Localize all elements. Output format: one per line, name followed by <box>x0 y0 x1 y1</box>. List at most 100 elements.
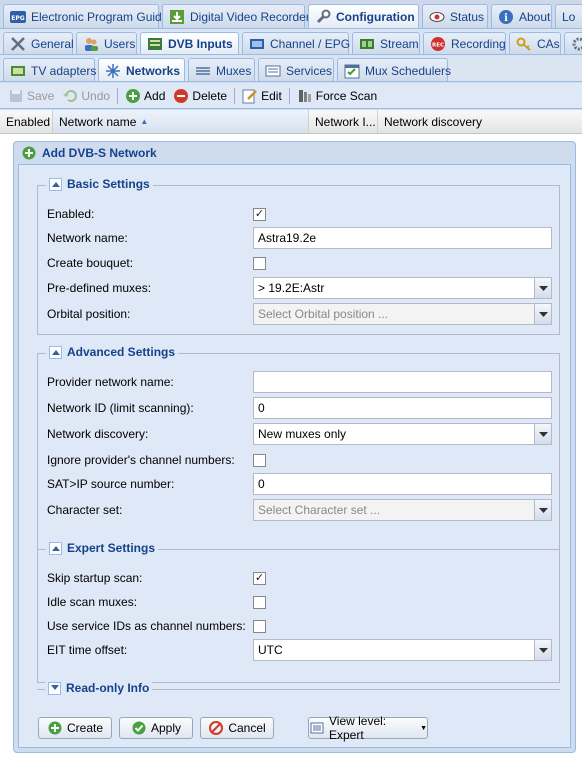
enabled-row: Enabled: ✓ <box>47 203 553 225</box>
tab-channel-epg[interactable]: Channel / EPG <box>242 32 350 54</box>
add-button[interactable]: Add <box>121 85 169 107</box>
chevron-down-icon[interactable] <box>534 424 551 444</box>
collapse-icon[interactable] <box>49 177 62 191</box>
collapse-icon[interactable] <box>49 541 62 555</box>
collapse-icon[interactable] <box>49 345 62 359</box>
expert-settings-legend[interactable]: Expert Settings <box>46 541 159 555</box>
tab-networks[interactable]: Networks <box>98 58 185 81</box>
chevron-down-icon[interactable] <box>534 304 551 324</box>
orbital-position-select[interactable]: Select Orbital position ... <box>253 303 552 325</box>
svg-text:REC: REC <box>432 43 444 49</box>
tab-muxes[interactable]: Muxes <box>188 58 255 81</box>
service-ids-checkbox[interactable] <box>253 619 266 633</box>
services-icon <box>265 63 281 79</box>
tab-more[interactable] <box>564 32 582 54</box>
service-ids-row: Use service IDs as channel numbers: <box>47 615 553 637</box>
select-placeholder: Select Orbital position ... <box>258 307 389 321</box>
network-name-row: Network name: <box>47 227 553 249</box>
tab-tv-adapters[interactable]: TV adapters <box>3 58 96 81</box>
predefined-muxes-select[interactable]: > 19.2E:Astr <box>253 277 552 299</box>
advanced-settings-legend[interactable]: Advanced Settings <box>46 345 179 359</box>
create-bouquet-checkbox[interactable] <box>253 256 266 270</box>
idle-scan-checkbox[interactable] <box>253 595 266 609</box>
edit-button[interactable]: Edit <box>238 85 286 107</box>
satip-source-row: SAT>IP source number: <box>47 473 553 495</box>
column-network-id[interactable]: Network I... <box>309 110 378 133</box>
config-tab-bar: General Users DVB Inputs Channel / EPG S… <box>0 29 582 55</box>
delete-icon <box>173 88 189 104</box>
tab-general[interactable]: General <box>3 32 74 54</box>
tab-epg[interactable]: EPG Electronic Program Guide <box>3 4 168 28</box>
create-button[interactable]: Create <box>38 717 112 739</box>
tab-label: Stream <box>380 37 419 51</box>
dialog-header[interactable]: Add DVB-S Network <box>14 142 575 164</box>
chevron-down-icon[interactable] <box>534 278 551 298</box>
tab-cas[interactable]: CAs <box>509 32 561 54</box>
ignore-channel-numbers-checkbox[interactable] <box>253 453 266 467</box>
wrench-icon <box>315 9 331 25</box>
eye-icon <box>429 9 445 25</box>
column-enabled[interactable]: Enabled <box>0 110 53 133</box>
ignore-channel-numbers-label: Ignore provider's channel numbers: <box>47 453 235 467</box>
basic-settings-legend[interactable]: Basic Settings <box>46 177 153 191</box>
enabled-label: Enabled: <box>47 207 95 221</box>
expand-icon[interactable] <box>48 681 61 695</box>
grid-toolbar: Save Undo Add Delete Edit Force Scan <box>0 83 582 109</box>
satip-source-field[interactable] <box>253 473 552 495</box>
enabled-checkbox[interactable]: ✓ <box>253 207 266 221</box>
select-value: > 19.2E:Astr <box>258 281 325 295</box>
tab-dvr[interactable]: Digital Video Recorder <box>162 4 310 28</box>
create-label: Create <box>66 721 104 735</box>
column-network-discovery[interactable]: Network discovery <box>378 110 582 133</box>
network-discovery-row: Network discovery: New muxes only <box>47 423 553 445</box>
eit-offset-select[interactable]: UTC <box>253 639 552 661</box>
adapter-icon <box>10 63 26 79</box>
tab-about[interactable]: i About <box>491 4 552 28</box>
main-tab-bar: EPG Electronic Program Guide Digital Vid… <box>0 0 582 29</box>
dvr-icon <box>169 9 185 25</box>
readonly-info-legend[interactable]: Read-only Info <box>45 681 153 695</box>
tab-dvb-inputs[interactable]: DVB Inputs <box>140 32 239 54</box>
column-network-name[interactable]: Network name ▲ <box>53 110 309 133</box>
chevron-down-icon[interactable] <box>534 640 551 660</box>
save-icon <box>8 88 24 104</box>
character-set-row: Character set: Select Character set ... <box>47 499 553 521</box>
sort-asc-icon: ▲ <box>140 117 149 126</box>
network-discovery-select[interactable]: New muxes only <box>253 423 552 445</box>
gear-icon <box>571 36 582 52</box>
tab-services[interactable]: Services <box>258 58 334 81</box>
tab-recording[interactable]: REC Recording <box>423 32 506 54</box>
view-level-icon <box>309 720 325 736</box>
provider-network-name-field[interactable] <box>253 371 552 393</box>
chevron-down-icon[interactable] <box>534 500 551 520</box>
network-name-field[interactable] <box>253 227 552 249</box>
save-button[interactable]: Save <box>4 85 58 107</box>
tv-icon <box>249 36 265 52</box>
users-icon <box>83 36 99 52</box>
fieldset-border <box>38 185 46 186</box>
undo-button[interactable]: Undo <box>58 85 114 107</box>
tab-label: Recording <box>451 37 506 51</box>
tab-stream[interactable]: Stream <box>352 32 420 54</box>
column-label: Network I... <box>315 114 376 129</box>
character-set-label: Character set: <box>47 503 123 517</box>
tab-status[interactable]: Status <box>422 4 488 28</box>
force-scan-button[interactable]: Force Scan <box>293 85 381 107</box>
cancel-button[interactable]: Cancel <box>200 717 274 739</box>
ignore-channel-numbers-row: Ignore provider's channel numbers: <box>47 449 553 471</box>
skip-startup-scan-checkbox[interactable]: ✓ <box>253 571 266 585</box>
tab-users[interactable]: Users <box>76 32 137 54</box>
view-level-button[interactable]: View level: Expert ▼ <box>308 714 428 742</box>
force-scan-label: Force Scan <box>315 88 378 103</box>
tab-logout[interactable]: Lo <box>555 4 582 28</box>
delete-button[interactable]: Delete <box>169 85 231 107</box>
tab-configuration[interactable]: Configuration <box>308 4 419 28</box>
tab-mux-schedulers[interactable]: Mux Schedulers <box>337 58 451 81</box>
apply-button[interactable]: Apply <box>119 717 193 739</box>
add-network-dialog: Add DVB-S Network Basic Settings Enabled… <box>13 141 576 753</box>
character-set-select[interactable]: Select Character set ... <box>253 499 552 521</box>
network-id-field[interactable] <box>253 397 552 419</box>
column-label: Network discovery <box>384 114 483 129</box>
cancel-icon <box>208 720 224 736</box>
legend-label: Expert Settings <box>67 541 156 555</box>
